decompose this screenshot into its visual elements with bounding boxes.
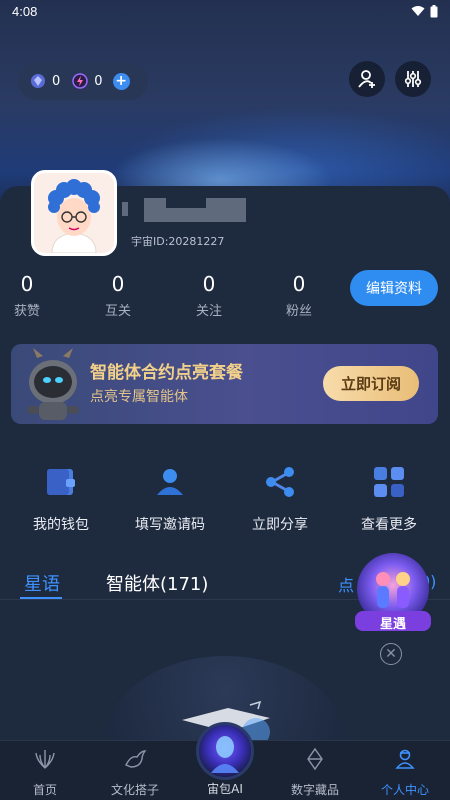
tab-active-indicator <box>20 597 62 599</box>
tab-xingyu[interactable]: 星语 <box>24 570 60 596</box>
user-id: 宇宙ID:20281227 <box>131 235 225 248</box>
banner-title: 智能体合约点亮套餐 <box>90 363 243 383</box>
avatar-illustration-icon <box>34 173 114 253</box>
xingyu-float-badge[interactable]: 星遇 <box>353 551 433 633</box>
stat-following-label: 关注 <box>195 304 222 319</box>
subscribe-button[interactable]: 立即订阅 <box>323 366 419 401</box>
stat-likes-value: 0 <box>20 272 34 296</box>
nav-collectibles[interactable]: 数字藏品 <box>270 741 360 800</box>
add-friend-button[interactable] <box>349 61 385 97</box>
close-float-button[interactable]: ✕ <box>380 643 402 665</box>
stat-followers-value: 0 <box>292 272 306 296</box>
username-redacted <box>122 198 246 222</box>
stat-mutual-value: 0 <box>111 272 125 296</box>
wallet-icon <box>47 469 75 495</box>
nav-culture-label: 文化搭子 <box>110 783 159 797</box>
nav-collectibles-label: 数字藏品 <box>290 783 339 797</box>
battery-icon <box>430 4 438 17</box>
stat-mutual[interactable]: 0 互关 <box>88 272 148 319</box>
stat-followers[interactable]: 0 粉丝 <box>269 272 329 319</box>
profile-icon <box>395 749 415 769</box>
tab-partial-left[interactable]: 点 <box>338 572 354 596</box>
share-label: 立即分享 <box>252 517 308 533</box>
banner-subtitle: 点亮专属智能体 <box>90 389 188 405</box>
subscription-banner[interactable]: 智能体合约点亮套餐 点亮专属智能体 立即订阅 <box>11 344 438 424</box>
invite-code-label: 填写邀请码 <box>135 517 205 533</box>
diamond-icon <box>307 747 323 771</box>
nav-ai-label: 宙包AI <box>207 782 243 796</box>
status-icons <box>411 4 438 18</box>
energy-icon <box>72 73 89 89</box>
sliders-icon <box>404 71 422 87</box>
float-badge-label: 星遇 <box>379 617 406 632</box>
nav-ai-button[interactable] <box>196 722 254 780</box>
robot-mascot-icon <box>27 348 79 420</box>
stat-mutual-label: 互关 <box>104 304 131 319</box>
status-time: 4:08 <box>12 3 38 19</box>
wallet-label: 我的钱包 <box>33 517 89 533</box>
more-action[interactable]: 查看更多 <box>349 462 429 534</box>
gem-count: 0 <box>52 73 61 89</box>
stat-likes[interactable]: 0 获赞 <box>0 272 57 319</box>
wallet-action[interactable]: 我的钱包 <box>21 462 101 534</box>
nav-profile[interactable]: 个人中心 <box>360 741 450 800</box>
stat-likes-label: 获赞 <box>13 304 40 319</box>
gem-icon <box>31 74 45 88</box>
share-action[interactable]: 立即分享 <box>240 462 320 534</box>
bird-icon <box>125 750 147 768</box>
stat-followers-label: 粉丝 <box>285 304 312 319</box>
settings-button[interactable] <box>395 61 431 97</box>
currency-pill[interactable]: 0 0 + <box>18 62 148 100</box>
add-user-icon <box>358 70 375 88</box>
user-invite-icon <box>157 469 183 495</box>
ai-avatar-icon <box>211 736 239 773</box>
nav-home[interactable]: 首页 <box>0 741 90 800</box>
nav-culture[interactable]: 文化搭子 <box>90 741 180 800</box>
stat-following[interactable]: 0 关注 <box>179 272 239 319</box>
share-icon <box>266 467 294 497</box>
nav-profile-label: 个人中心 <box>380 783 429 797</box>
invite-code-action[interactable]: 填写邀请码 <box>130 462 210 534</box>
more-label: 查看更多 <box>361 517 417 533</box>
status-bar: 4:08 <box>0 0 450 22</box>
energy-count: 0 <box>94 73 103 89</box>
tab-agents[interactable]: 智能体(171) <box>106 570 208 596</box>
grid-icon <box>374 467 404 497</box>
stat-following-value: 0 <box>202 272 216 296</box>
home-icon <box>35 750 55 769</box>
add-currency-button[interactable]: + <box>112 72 130 90</box>
avatar[interactable] <box>31 170 117 256</box>
wifi-icon <box>411 6 425 16</box>
edit-profile-button[interactable]: 编辑资料 <box>350 270 438 306</box>
nav-home-label: 首页 <box>32 783 57 797</box>
